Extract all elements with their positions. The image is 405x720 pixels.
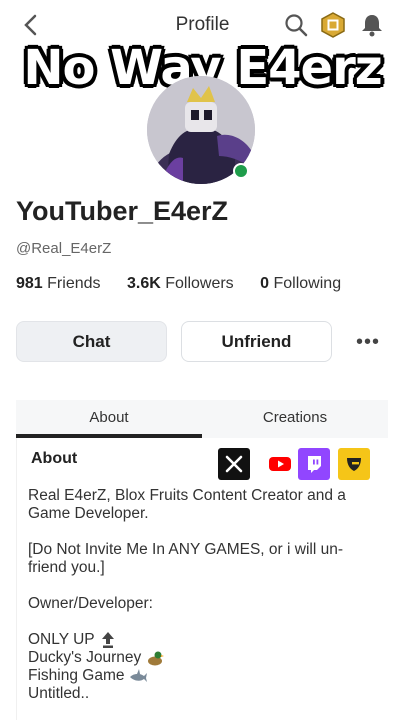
notification-bell-icon[interactable] bbox=[359, 12, 385, 38]
game-title: Ducky's Journey bbox=[28, 649, 142, 667]
more-options-icon[interactable]: ••• bbox=[356, 331, 380, 354]
shark-icon bbox=[129, 667, 147, 685]
search-icon[interactable] bbox=[283, 12, 309, 38]
tab-creations[interactable]: Creations bbox=[202, 400, 388, 438]
about-line: Ducky's Journey bbox=[28, 649, 378, 667]
online-status-icon bbox=[233, 163, 249, 179]
tab-about[interactable]: About bbox=[16, 400, 202, 438]
username: @Real_E4erZ bbox=[16, 240, 112, 257]
stat-count: 3.6K bbox=[126, 275, 161, 292]
stat-label: Following bbox=[273, 275, 342, 292]
profile-tabs: About Creations bbox=[16, 400, 388, 438]
game-title: ONLY UP bbox=[28, 631, 95, 649]
stat-label: Friends bbox=[47, 275, 101, 292]
about-line: Real E4erZ, Blox Fruits Content Creator … bbox=[28, 487, 346, 522]
x-icon[interactable] bbox=[218, 448, 250, 480]
twitch-icon[interactable] bbox=[298, 448, 330, 480]
about-line: [Do Not Invite Me In ANY GAMES, or i wil… bbox=[28, 541, 343, 576]
stat-count: 981 bbox=[16, 275, 43, 292]
stat-following[interactable]: 0 Following bbox=[260, 275, 341, 293]
about-heading: About bbox=[31, 450, 78, 467]
chat-button[interactable]: Chat bbox=[16, 321, 167, 362]
about-description: Real E4erZ, Blox Fruits Content Creator … bbox=[28, 487, 378, 703]
about-line: Untitled.. bbox=[28, 685, 90, 703]
profile-stats: 981 Friends 3.6K Followers 0 Following bbox=[16, 275, 363, 293]
stat-friends[interactable]: 981 Friends bbox=[16, 275, 101, 293]
game-title: Fishing Game bbox=[28, 667, 125, 685]
about-line: Fishing Game bbox=[28, 667, 378, 685]
youtube-icon[interactable] bbox=[264, 448, 296, 480]
about-line: ONLY UP bbox=[28, 631, 378, 649]
unfriend-button[interactable]: Unfriend bbox=[181, 321, 332, 362]
stat-followers[interactable]: 3.6K Followers bbox=[127, 275, 234, 293]
display-name: YouTuber_E4erZ bbox=[16, 196, 229, 226]
duck-icon bbox=[146, 649, 164, 667]
stat-count: 0 bbox=[260, 275, 270, 292]
stat-label: Followers bbox=[165, 275, 234, 292]
robux-icon[interactable] bbox=[320, 12, 346, 38]
about-line: Owner/Developer: bbox=[28, 595, 153, 612]
top-arrow-icon bbox=[99, 631, 117, 649]
guilded-icon[interactable] bbox=[338, 448, 370, 480]
